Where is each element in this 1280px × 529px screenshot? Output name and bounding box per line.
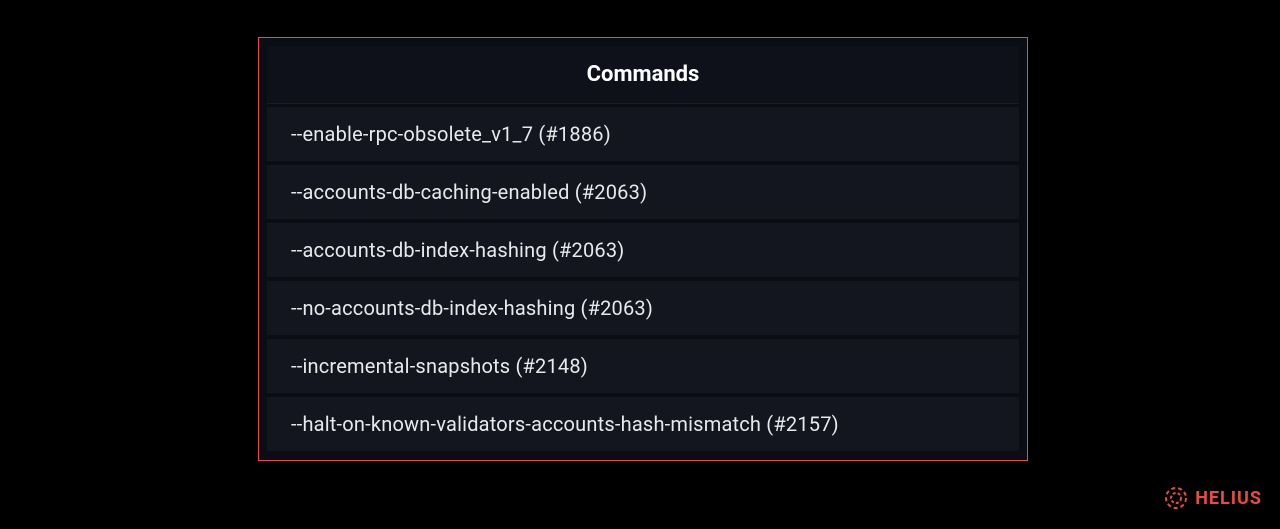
table-header-title: Commands (587, 62, 700, 87)
table-row: --accounts-db-index-hashing (#2063) (267, 223, 1019, 278)
brand-name: HELIUS (1195, 488, 1262, 509)
table-row: --incremental-snapshots (#2148) (267, 339, 1019, 394)
table-row: --no-accounts-db-index-hashing (#2063) (267, 281, 1019, 336)
command-text: --accounts-db-index-hashing (#2063) (291, 238, 624, 262)
table-row: --halt-on-known-validators-accounts-hash… (267, 397, 1019, 452)
helius-icon (1163, 485, 1189, 511)
command-text: --halt-on-known-validators-accounts-hash… (291, 412, 839, 436)
command-text: --accounts-db-caching-enabled (#2063) (291, 180, 647, 204)
table-row: --enable-rpc-obsolete_v1_7 (#1886) (267, 107, 1019, 162)
command-text: --incremental-snapshots (#2148) (291, 354, 588, 378)
brand-logo: HELIUS (1163, 485, 1262, 511)
table-row: --accounts-db-caching-enabled (#2063) (267, 165, 1019, 220)
command-text: --enable-rpc-obsolete_v1_7 (#1886) (291, 122, 611, 146)
commands-table: Commands --enable-rpc-obsolete_v1_7 (#18… (258, 37, 1028, 461)
table-header: Commands (267, 46, 1019, 104)
command-text: --no-accounts-db-index-hashing (#2063) (291, 296, 653, 320)
